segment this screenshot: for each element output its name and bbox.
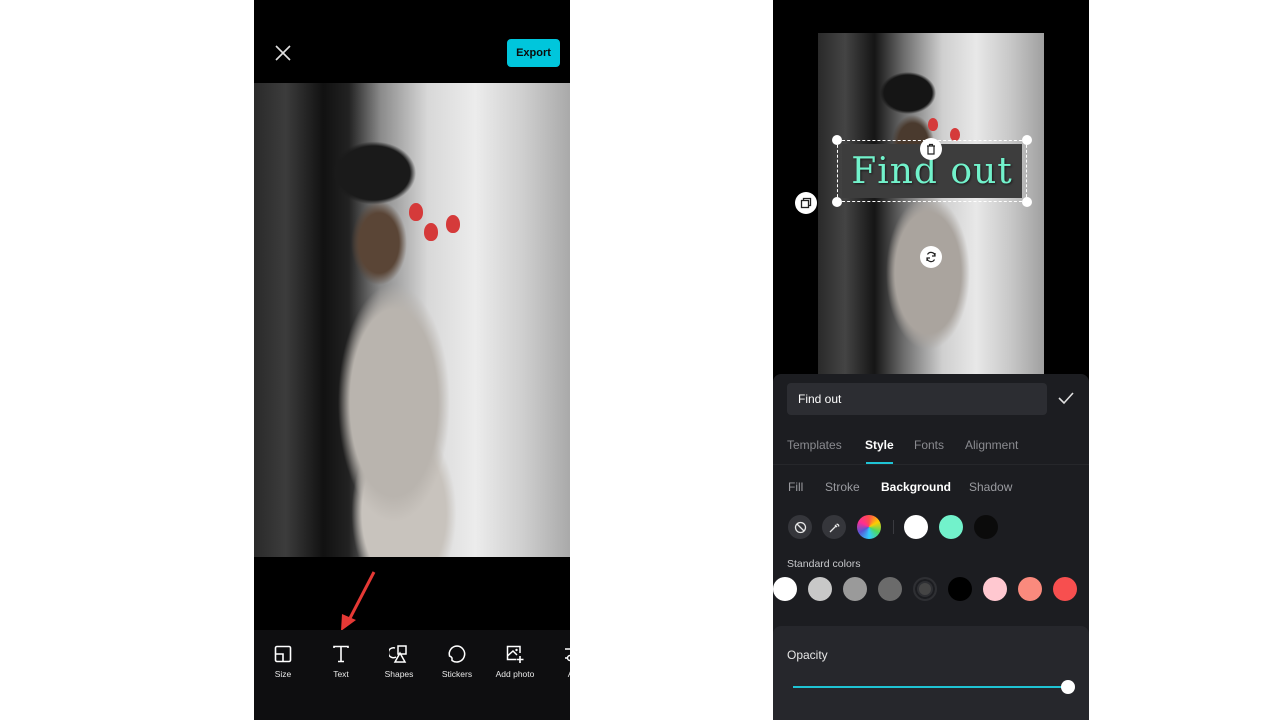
confirm-button[interactable] bbox=[1056, 388, 1076, 408]
divider bbox=[893, 520, 894, 534]
close-button[interactable] bbox=[272, 42, 294, 64]
editor-screen-left: Export Size Text Shapes Stickers Add pho… bbox=[254, 0, 570, 720]
standard-color-swatch[interactable] bbox=[1018, 577, 1042, 601]
subtab-background[interactable]: Background bbox=[881, 480, 951, 494]
rotate-icon bbox=[926, 251, 936, 263]
duplicate-button[interactable] bbox=[795, 192, 817, 214]
delete-button[interactable] bbox=[920, 138, 942, 160]
tool-size[interactable]: Size bbox=[254, 644, 312, 679]
tool-add-photo[interactable]: Add photo bbox=[486, 644, 544, 679]
tool-label: Add photo bbox=[495, 669, 535, 679]
standard-color-swatch[interactable] bbox=[843, 577, 867, 601]
add-photo-icon bbox=[506, 645, 524, 663]
tool-label: Size bbox=[274, 669, 292, 679]
annotation-arrow-icon bbox=[341, 571, 376, 631]
resize-handle-bottom-left[interactable] bbox=[832, 197, 842, 207]
standard-color-swatch[interactable] bbox=[808, 577, 832, 601]
active-tab-indicator bbox=[866, 462, 893, 464]
standard-color-swatch[interactable] bbox=[878, 577, 902, 601]
shapes-icon bbox=[389, 645, 407, 663]
photo-image bbox=[818, 33, 1044, 374]
adjust-icon bbox=[565, 648, 570, 662]
color-tools-row bbox=[773, 515, 1089, 539]
tool-text[interactable]: Text bbox=[312, 644, 370, 679]
standard-color-swatch[interactable] bbox=[773, 577, 797, 601]
no-color-button[interactable] bbox=[788, 515, 812, 539]
no-color-icon bbox=[794, 521, 806, 533]
tab-templates[interactable]: Templates bbox=[787, 438, 842, 452]
tool-label: Ad bbox=[568, 669, 570, 679]
subtab-shadow[interactable]: Shadow bbox=[969, 480, 1012, 494]
resize-handle-top-left[interactable] bbox=[832, 135, 842, 145]
resize-handle-top-right[interactable] bbox=[1022, 135, 1032, 145]
standard-color-swatch[interactable] bbox=[1053, 577, 1077, 601]
color-wheel-button[interactable] bbox=[857, 515, 881, 539]
standard-color-swatch[interactable] bbox=[983, 577, 1007, 601]
tulip bbox=[409, 203, 423, 221]
eyedropper-button[interactable] bbox=[822, 515, 846, 539]
photo-image bbox=[254, 83, 570, 557]
text-style-panel: Find out Templates Style Fonts Alignment… bbox=[773, 374, 1089, 720]
rotate-button[interactable] bbox=[920, 246, 942, 268]
opacity-slider[interactable] bbox=[793, 680, 1075, 694]
tulip bbox=[424, 223, 438, 241]
canvas-photo[interactable] bbox=[818, 33, 1044, 374]
recent-color-swatch[interactable] bbox=[939, 515, 963, 539]
standard-color-swatch[interactable] bbox=[948, 577, 972, 601]
tool-stickers[interactable]: Stickers bbox=[428, 644, 486, 679]
tulip bbox=[928, 118, 938, 131]
close-icon bbox=[275, 45, 291, 61]
editor-screen-right: Find out Find out Templates Style Fonts … bbox=[773, 0, 1089, 720]
recent-color-swatch[interactable] bbox=[904, 515, 928, 539]
opacity-label: Opacity bbox=[787, 648, 828, 662]
export-button[interactable]: Export bbox=[507, 39, 560, 67]
size-icon bbox=[274, 645, 292, 663]
resize-handle-bottom-right[interactable] bbox=[1022, 197, 1032, 207]
canvas-photo[interactable] bbox=[254, 83, 570, 557]
tool-label: Shapes bbox=[384, 669, 414, 679]
tool-label: Text bbox=[333, 669, 349, 679]
eyedropper-icon bbox=[829, 523, 839, 532]
opacity-slider-thumb[interactable] bbox=[1061, 680, 1075, 694]
text-input[interactable]: Find out bbox=[787, 383, 1047, 415]
tool-adjust[interactable]: Ad bbox=[544, 644, 570, 679]
trash-icon bbox=[927, 143, 935, 155]
subtab-fill[interactable]: Fill bbox=[788, 480, 803, 494]
standard-colors-row bbox=[773, 576, 1089, 602]
stickers-icon bbox=[448, 645, 466, 663]
subtab-stroke[interactable]: Stroke bbox=[825, 480, 860, 494]
tulip bbox=[446, 215, 460, 233]
tool-shapes[interactable]: Shapes bbox=[370, 644, 428, 679]
bottom-toolbar: Size Text Shapes Stickers Add photo Ad bbox=[254, 630, 570, 720]
tab-style[interactable]: Style bbox=[865, 438, 894, 452]
text-icon bbox=[333, 645, 349, 663]
checkmark-icon bbox=[1058, 392, 1074, 405]
duplicate-icon bbox=[800, 197, 812, 209]
standard-colors-label: Standard colors bbox=[787, 558, 861, 570]
standard-color-swatch[interactable] bbox=[913, 577, 937, 601]
opacity-section: Opacity bbox=[773, 626, 1089, 720]
tool-label: Stickers bbox=[441, 669, 473, 679]
panel-tabs: Templates Style Fonts Alignment bbox=[773, 430, 1089, 465]
tab-alignment[interactable]: Alignment bbox=[965, 438, 1018, 452]
recent-color-swatch[interactable] bbox=[974, 515, 998, 539]
tab-fonts[interactable]: Fonts bbox=[914, 438, 944, 452]
